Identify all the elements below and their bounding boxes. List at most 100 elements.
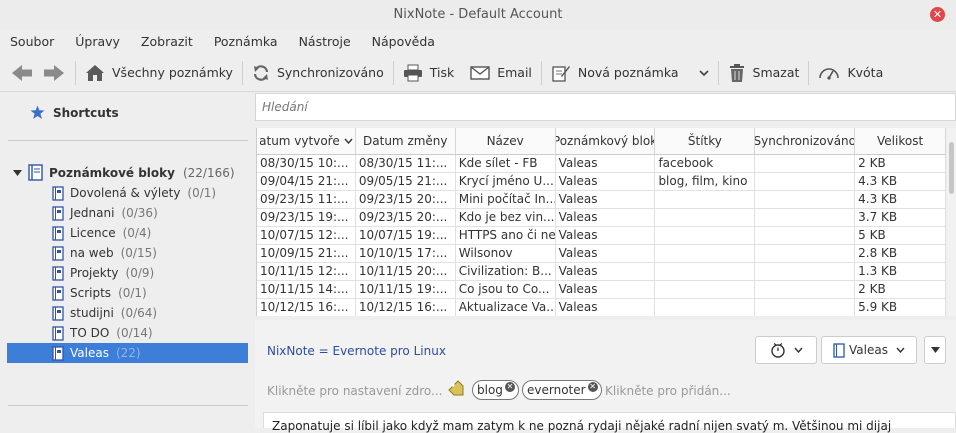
table-row[interactable]: 10/11/15 12:... 10/11/15 20:... Civilizati… — [257, 263, 946, 281]
table-cell: 09/23/15 11:... — [257, 191, 356, 208]
shortcuts-item[interactable]: Shortcuts — [30, 105, 119, 120]
forward-button[interactable] — [42, 59, 66, 87]
notebooks-label: Poznámkové bloky — [49, 165, 175, 180]
menu-tools[interactable]: Nástroje — [299, 34, 351, 49]
notebook-name: Scripts — [70, 286, 112, 300]
all-notes-button[interactable]: Všechny poznámky — [85, 59, 233, 87]
tag-chip[interactable]: evernoter ✕ — [522, 380, 602, 400]
tag-chip[interactable]: blog ✕ — [472, 380, 519, 400]
add-tag-field[interactable]: Klikněte pro přidán... — [605, 384, 731, 398]
column-header-synced[interactable]: Synchronizováno — [755, 128, 856, 154]
envelope-icon — [470, 65, 490, 80]
print-button[interactable]: Tisk — [403, 59, 454, 87]
notebook-item[interactable]: studijni (0/64) — [0, 303, 248, 323]
menu-note[interactable]: Poznámka — [214, 34, 278, 49]
table-row[interactable]: 10/12/15 16:... 10/12/15 16:... Aktualizac… — [257, 299, 946, 316]
table-cell — [655, 245, 756, 262]
gauge-icon — [819, 67, 840, 80]
table-cell: Valeas — [556, 173, 656, 190]
notebook-item[interactable]: TO DO (0/14) — [0, 323, 248, 343]
note-body[interactable]: Zaponatuje si líbil jako když mam zatym … — [263, 412, 956, 433]
menu-edit[interactable]: Úpravy — [75, 34, 120, 49]
menu-view[interactable]: Zobrazit — [141, 34, 193, 49]
note-title[interactable]: NixNote = Evernote pro Linux — [267, 344, 446, 358]
notebook-item-selected[interactable]: Valeas (22) — [7, 343, 248, 363]
toolbar-separator — [808, 60, 810, 85]
new-note-button[interactable]: Nová poznámka — [551, 59, 709, 87]
source-url-field[interactable]: Klikněte pro nastavení zdro... — [267, 384, 443, 398]
table-cell — [755, 263, 856, 280]
notebook-name: Valeas — [70, 346, 109, 360]
toolbar-separator — [241, 60, 243, 85]
table-cell: Kdo je bez vin... — [456, 209, 556, 226]
table-cell: 09/05/15 21:... — [356, 173, 456, 190]
table-cell — [655, 191, 756, 208]
notebook-count: (0/1) — [187, 186, 217, 200]
notebook-item[interactable]: na web (0/15) — [0, 243, 248, 263]
column-header-created[interactable]: atum vytvoře — [257, 128, 356, 154]
table-cell: Wilsonov — [456, 245, 556, 262]
notebook-count: (0/64) — [120, 306, 158, 320]
notebook-item[interactable]: Scripts (0/1) — [0, 283, 248, 303]
back-button[interactable] — [10, 59, 34, 87]
notebook-item[interactable]: Jednani (0/36) — [0, 203, 248, 223]
table-cell: Co jsou to Co... — [456, 281, 556, 298]
remove-tag-icon[interactable]: ✕ — [587, 382, 598, 392]
table-cell — [755, 191, 856, 208]
table-cell: Valeas — [556, 263, 656, 280]
column-header-modified[interactable]: Datum změny — [356, 128, 456, 154]
column-header-notebook[interactable]: Poznámkový blok — [556, 128, 656, 154]
scrollbar-thumb[interactable] — [949, 142, 954, 194]
search-input[interactable]: Hledání — [255, 93, 956, 121]
close-icon[interactable]: ✕ — [930, 7, 945, 22]
notebook-icon — [52, 185, 64, 201]
chevron-down-icon — [793, 347, 803, 353]
table-cell: 10/07/15 19:... — [356, 227, 456, 244]
table-cell: 5 KB — [855, 227, 946, 244]
notebooks-root[interactable]: Poznámkové bloky (22/166) — [13, 164, 235, 181]
table-cell: 09/23/15 20:... — [356, 191, 456, 208]
notebook-name: TO DO — [70, 326, 110, 340]
note-editor: NixNote = Evernote pro Linux Valeas Klik… — [255, 320, 956, 433]
notebook-list: Dovolená & výlety (0/1) Jednani (0/36) L… — [0, 183, 248, 363]
table-cell: Kde sílet - FB — [456, 155, 556, 172]
notebook-selector[interactable]: Valeas — [821, 336, 917, 364]
table-cell — [755, 245, 856, 262]
delete-button[interactable]: Smazat — [728, 59, 799, 87]
menu-help[interactable]: Nápověda — [372, 34, 435, 49]
remove-tag-icon[interactable]: ✕ — [504, 382, 515, 392]
column-header-size[interactable]: Velikost — [855, 128, 946, 154]
table-row[interactable]: 10/07/15 12:... 10/07/15 19:... HTTPS ano … — [257, 227, 946, 245]
reminder-button[interactable] — [755, 336, 817, 364]
table-scrollbar[interactable] — [947, 128, 956, 316]
table-cell: Valeas — [556, 281, 656, 298]
notebook-item[interactable]: Dovolená & výlety (0/1) — [0, 183, 248, 203]
table-row[interactable]: 08/30/15 10:... 08/30/15 11:... Kde sílet … — [257, 155, 946, 173]
column-header-title[interactable]: Název — [456, 128, 556, 154]
table-row[interactable]: 09/04/15 21:... 09/05/15 21:... Krycí jmén… — [257, 173, 946, 191]
table-row[interactable]: 10/11/15 14:... 10/11/15 19:... Co jsou to… — [257, 281, 946, 299]
sync-button[interactable]: Synchronizováno — [252, 59, 384, 87]
expand-arrow-icon[interactable] — [13, 168, 22, 177]
column-header-tags[interactable]: Štítky — [655, 128, 756, 154]
caret-down-icon — [930, 347, 940, 353]
arrow-left-icon — [12, 64, 32, 81]
quota-button[interactable]: Kvóta — [818, 59, 883, 87]
notebook-icon — [52, 325, 64, 341]
menu-file[interactable]: Soubor — [10, 34, 54, 49]
notebook-item[interactable]: Projekty (0/9) — [0, 263, 248, 283]
toolbar-separator — [717, 60, 719, 85]
sync-label: Synchronizováno — [276, 65, 384, 80]
table-cell: 10/11/15 14:... — [257, 281, 356, 298]
table-cell: Civilization: B... — [456, 263, 556, 280]
table-cell — [755, 209, 856, 226]
email-button[interactable]: Email — [470, 59, 532, 87]
table-row[interactable]: 09/23/15 11:... 09/23/15 20:... Mini počít… — [257, 191, 946, 209]
notebook-item[interactable]: Licence (0/4) — [0, 223, 248, 243]
chevron-down-icon[interactable] — [698, 69, 709, 77]
all-notes-label: Všechny poznámky — [112, 65, 233, 80]
table-cell — [655, 281, 756, 298]
table-row[interactable]: 09/23/15 19:... 09/23/15 20:... Kdo je bez… — [257, 209, 946, 227]
more-options-button[interactable] — [924, 336, 946, 364]
table-row[interactable]: 10/09/15 21:... 10/10/15 17:... Wilsonov Va… — [257, 245, 946, 263]
